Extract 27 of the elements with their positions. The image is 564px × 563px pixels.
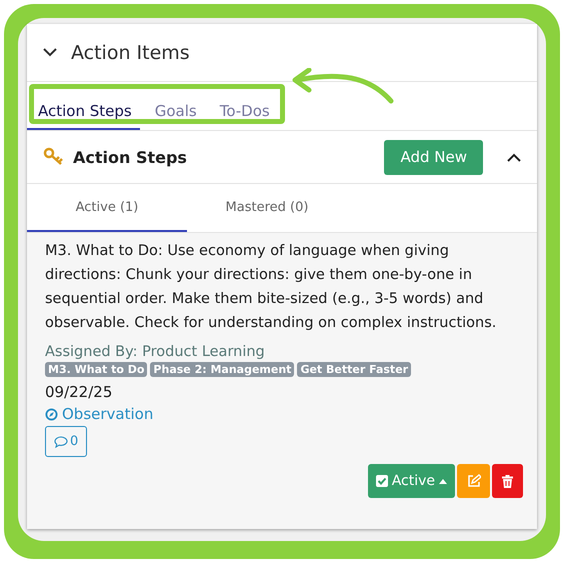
observation-link[interactable]: Observation xyxy=(45,405,154,423)
tag: Get Better Faster xyxy=(297,362,412,377)
section-title: Action Steps xyxy=(73,148,188,166)
tab[interactable]: Goals xyxy=(144,82,205,130)
speech-bubble-icon xyxy=(54,436,68,448)
status-dropdown-button[interactable]: Active xyxy=(368,464,455,498)
date-label: 09/22/25 xyxy=(45,383,114,401)
compass-icon xyxy=(45,408,58,420)
chevron-up-icon xyxy=(507,152,521,162)
chevron-down-icon xyxy=(43,48,57,57)
key-icon xyxy=(43,147,65,167)
tag: Phase 2: Management xyxy=(150,362,294,377)
trash-icon xyxy=(502,474,513,488)
tab[interactable]: To-Dos xyxy=(208,82,278,130)
action-step-description: M3. What to Do: Use economy of language when giving directions: Chunk your directions: give them one-by-one in sequential order. Make them bite-sized (e.g., 3-5 words) and observable. Check for understanding on complex instructions. xyxy=(45,242,498,333)
comments-button[interactable]: 0 xyxy=(45,426,88,457)
tab[interactable]: Action Steps xyxy=(27,82,140,130)
add-new-button[interactable]: Add New xyxy=(384,140,483,174)
delete-button[interactable] xyxy=(492,464,523,498)
tab[interactable]: Mastered (0) xyxy=(187,184,347,232)
checkbox-icon xyxy=(376,475,388,487)
edit-icon xyxy=(466,474,480,488)
tag: M3. What to Do xyxy=(45,362,148,377)
collapse-button[interactable] xyxy=(41,46,59,59)
panel-title: Action Items xyxy=(71,42,190,64)
caret-icon xyxy=(439,478,447,484)
assigned-by-label: Assigned By: Product Learning xyxy=(45,344,266,360)
